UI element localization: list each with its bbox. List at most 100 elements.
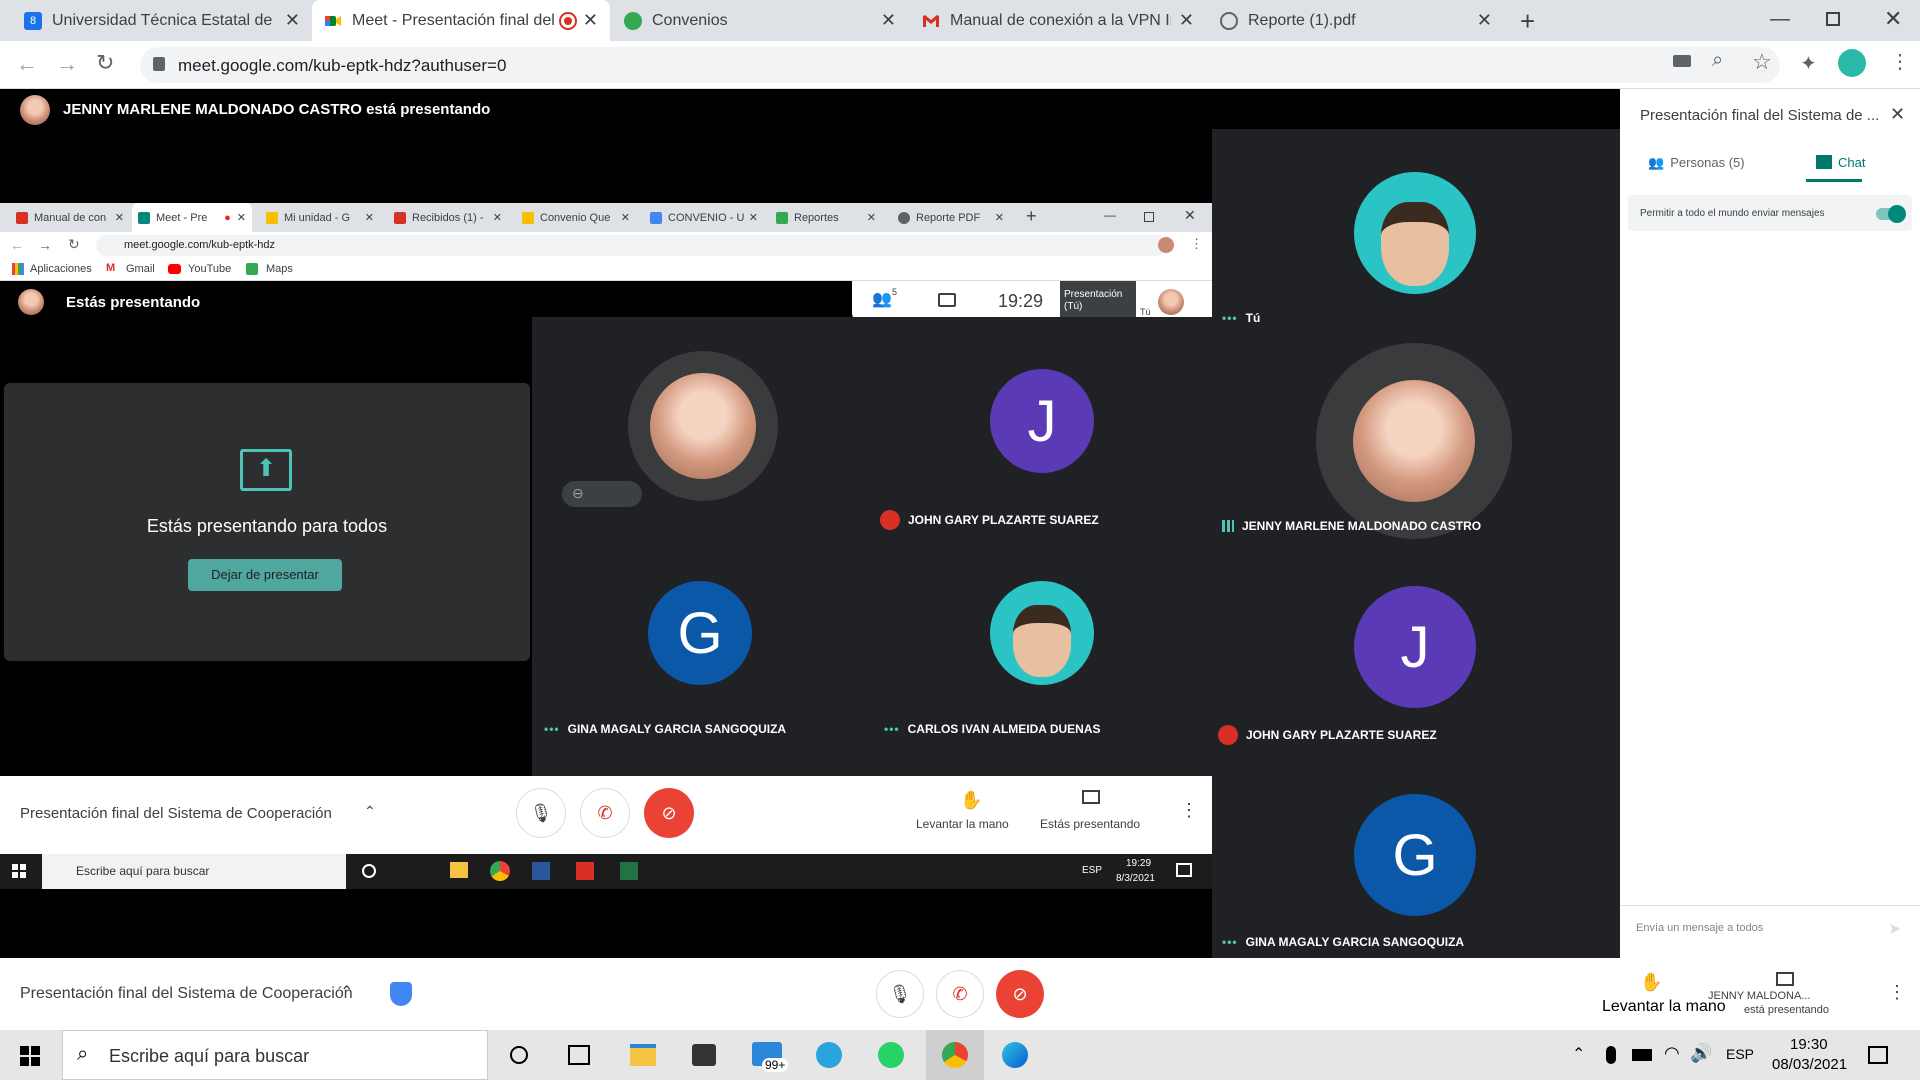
close-panel-icon[interactable]: ✕ <box>1890 104 1905 125</box>
meeting-title[interactable]: Presentación final del Sistema de Cooper… <box>20 985 353 1003</box>
carlos-tile-name: ••• CARLOS IVAN ALMEIDA DUENAS <box>884 722 1101 736</box>
inner-tab: Recibidos (1) - ✕ <box>388 203 508 232</box>
inner-search-box: Escribe aquí para buscar <box>42 854 346 889</box>
clock-time[interactable]: 19:30 <box>1790 1036 1828 1053</box>
url-box[interactable]: meet.google.com/kub-eptk-hdz?authuser=0 <box>140 47 1780 83</box>
john-avatar[interactable]: J <box>1354 586 1476 708</box>
self-avatar <box>1158 289 1184 315</box>
browser-tab-reporte[interactable]: Reporte (1).pdf ✕ <box>1208 0 1504 41</box>
cortana-icon[interactable] <box>510 1046 528 1064</box>
file-explorer-icon[interactable] <box>630 1044 656 1066</box>
message-input[interactable]: Envía un mensaje a todos <box>1636 922 1763 934</box>
windows-start-icon[interactable] <box>20 1046 40 1066</box>
globe-favicon-icon <box>898 211 910 224</box>
inner-tab-title: CONVENIO - U <box>668 211 745 224</box>
browser-tab-convenios[interactable]: Convenios ✕ <box>612 0 908 41</box>
jenny-photo <box>650 373 756 479</box>
camera-off-button[interactable]: ⊘ <box>996 970 1044 1018</box>
battery-icon[interactable] <box>1632 1049 1652 1061</box>
close-tab-icon[interactable]: ✕ <box>881 10 896 31</box>
raise-hand-icon[interactable]: ✋ <box>1640 972 1662 993</box>
restore-icon[interactable] <box>1826 12 1840 26</box>
participants-count: 5 <box>892 287 898 297</box>
jenny-tile-avatar <box>628 351 778 501</box>
self-tile-name[interactable]: ••• Tú <box>1222 311 1260 325</box>
store-icon[interactable] <box>692 1044 716 1066</box>
chat-icon <box>1816 155 1832 169</box>
shield-icon[interactable] <box>390 982 412 1006</box>
presenter-avatar <box>20 95 50 125</box>
inner-tab: Convenio Que ✕ <box>516 203 636 232</box>
divider <box>1620 905 1920 906</box>
send-icon[interactable]: ➤ <box>1888 919 1901 939</box>
bookmark-star-icon[interactable]: ☆ <box>1752 49 1772 75</box>
inner-url-text: meet.google.com/kub-eptk-hdz <box>124 239 276 251</box>
taskbar-search-box[interactable]: ⌕ Escribe aquí para buscar <box>62 1030 488 1080</box>
task-view-icon[interactable] <box>568 1045 590 1065</box>
lock-icon <box>153 57 165 71</box>
edge-icon[interactable] <box>1002 1042 1028 1068</box>
extensions-icon[interactable]: ✦ <box>1800 51 1817 76</box>
profile-avatar <box>1158 237 1174 253</box>
tab-chat-label: Chat <box>1838 155 1866 170</box>
inner-tab-title: Mi unidad - G <box>284 211 351 224</box>
more-options-icon[interactable]: ⋮ <box>1888 982 1906 1003</box>
close-window-icon[interactable]: ✕ <box>1884 6 1902 32</box>
chevron-up-icon[interactable]: ⌃ <box>340 982 353 1002</box>
mic-button[interactable]: 🎙 <box>876 970 924 1018</box>
excel-icon <box>620 862 638 880</box>
close-tab-icon[interactable]: ✕ <box>583 10 598 31</box>
chevron-up-icon[interactable]: ⌃ <box>1572 1044 1585 1064</box>
wifi-icon[interactable]: ◠ <box>1664 1043 1680 1064</box>
new-tab-icon: + <box>1026 206 1037 226</box>
minimize-icon[interactable]: — <box>1770 8 1790 31</box>
browser-tab-utec[interactable]: 8 Universidad Técnica Estatal de Qu ✕ <box>12 0 312 41</box>
meeting-info-bar: 👥 5 19:29 Presentación (Tú) Tú <box>852 281 1212 321</box>
gina-avatar[interactable]: G <box>1354 794 1476 916</box>
gmail-favicon-icon <box>394 211 406 224</box>
back-icon: ← <box>10 237 24 253</box>
word-icon <box>532 862 550 880</box>
new-tab-icon[interactable]: + <box>1520 6 1535 37</box>
action-center-icon[interactable] <box>1868 1046 1888 1064</box>
forward-icon[interactable]: → <box>56 51 78 77</box>
profile-avatar[interactable] <box>1838 49 1866 77</box>
volume-icon[interactable]: 🔊 <box>1690 1043 1712 1064</box>
present-icon <box>1082 790 1100 804</box>
inner-tab-title: Reporte PDF <box>916 211 981 224</box>
back-icon[interactable]: ← <box>16 51 38 77</box>
hangup-button[interactable]: ✆ <box>936 970 984 1018</box>
inner-presenting-label: Estás presentando <box>1040 817 1141 831</box>
whatsapp-icon[interactable] <box>878 1042 904 1068</box>
tab-people[interactable]: 👥 Personas (5) <box>1648 155 1745 171</box>
camera-icon[interactable] <box>1673 55 1691 67</box>
reload-icon[interactable]: ↻ <box>96 50 114 76</box>
tile-name-text: GINA MAGALY GARCIA SANGOQUIZA <box>567 722 787 736</box>
zoom-icon[interactable]: ⌕ <box>1712 49 1723 72</box>
tab-chat[interactable]: Chat <box>1816 155 1865 170</box>
clock-date[interactable]: 08/03/2021 <box>1772 1056 1847 1073</box>
browser-tab-meet[interactable]: Meet - Presentación final del ✕ <box>312 0 610 41</box>
close-tab-icon[interactable]: ✕ <box>1477 10 1492 31</box>
search-icon: ⌕ <box>77 1043 89 1065</box>
telegram-icon[interactable] <box>816 1042 842 1068</box>
language-indicator[interactable]: ESP <box>1726 1046 1754 1062</box>
menu-dots-icon[interactable]: ⋮ <box>1890 49 1910 74</box>
inner-search-text: Escribe aquí para buscar <box>76 864 210 878</box>
chrome-taskbar-item[interactable] <box>926 1030 984 1080</box>
microphone-icon[interactable] <box>1606 1046 1616 1064</box>
browser-tab-manual-vpn[interactable]: Manual de conexión a la VPN Ins ✕ <box>910 0 1206 41</box>
close-tab-icon[interactable]: ✕ <box>285 10 300 31</box>
jenny-tile-avatar[interactable] <box>1316 343 1512 539</box>
meet-area: JENNY MARLENE MALDONADO CASTRO está pres… <box>0 89 1920 958</box>
tab-title: Universidad Técnica Estatal de Qu <box>52 11 277 29</box>
allow-messages-toggle[interactable] <box>1876 205 1906 223</box>
present-icon[interactable] <box>1776 972 1794 986</box>
you-label: Tú <box>1140 307 1151 317</box>
inner-tab: Manual de con ✕ <box>10 203 130 232</box>
notifications-icon <box>1176 863 1192 877</box>
drive-favicon-icon <box>522 211 534 224</box>
presenter-avatar <box>18 289 44 315</box>
close-tab-icon[interactable]: ✕ <box>1179 10 1194 31</box>
gmail-favicon-icon <box>16 211 28 224</box>
